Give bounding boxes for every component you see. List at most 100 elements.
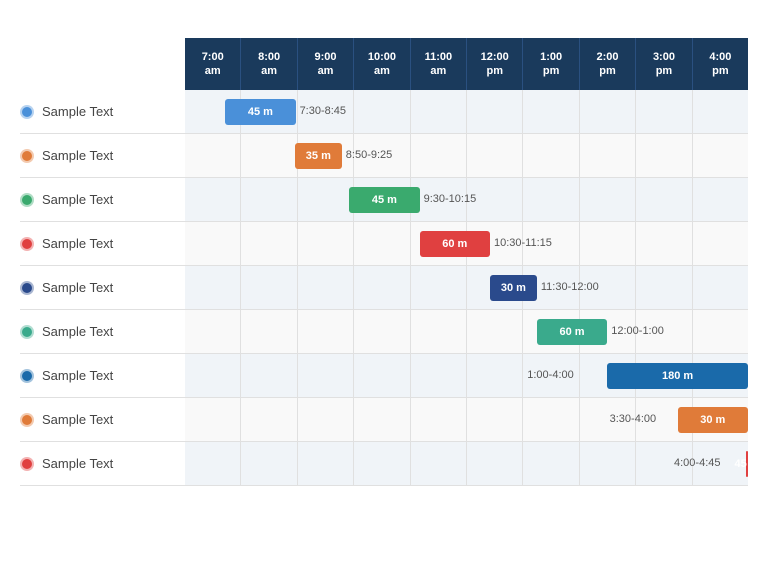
chart-rows-container: 45 m7:30-8:4535 m8:50-9:2545 m9:30-10:15… [185,90,748,486]
time-col [580,90,636,133]
dot [20,105,34,119]
time-col [467,310,523,353]
time-col [354,354,410,397]
time-cell: 10:00am [354,38,410,90]
bar-time-label: 10:30-11:15 [494,237,552,249]
sidebar-row: Sample Text [20,90,185,134]
time-col [185,178,241,221]
gantt-bar: 45 m [746,451,748,477]
time-col [523,442,579,485]
chart-row [185,134,748,178]
sidebar-header [20,38,185,90]
gantt-bar: 45 m [225,99,295,125]
sidebar-row: Sample Text [20,442,185,486]
time-col [185,266,241,309]
gantt-wrapper: Sample Text Sample Text Sample Text Samp… [20,38,748,486]
time-col [411,442,467,485]
time-col [185,354,241,397]
time-col [693,310,748,353]
time-col [411,398,467,441]
time-col [241,134,297,177]
time-header: 7:00am8:00am9:00am10:00am11:00am12:00pm1… [185,38,748,90]
time-cell: 12:00pm [467,38,523,90]
time-col [185,310,241,353]
time-col [580,178,636,221]
time-col [354,310,410,353]
row-label: Sample Text [42,192,113,207]
time-col [693,222,748,265]
time-col [241,266,297,309]
time-col [580,442,636,485]
row-label: Sample Text [42,412,113,427]
sidebar-row: Sample Text [20,354,185,398]
dot [20,193,34,207]
time-col [693,266,748,309]
time-col [636,222,692,265]
time-col [298,398,354,441]
gantt-bar: 60 m [537,319,607,345]
time-col [523,178,579,221]
time-col [636,266,692,309]
gantt-bar: 30 m [678,407,748,433]
page: Sample Text Sample Text Sample Text Samp… [0,0,768,496]
time-col [467,354,523,397]
row-label: Sample Text [42,456,113,471]
time-col [411,90,467,133]
time-cell: 11:00am [411,38,467,90]
sidebar-row: Sample Text [20,222,185,266]
time-col [298,178,354,221]
time-col [241,398,297,441]
sidebar-row: Sample Text [20,398,185,442]
time-col [241,442,297,485]
time-col [354,398,410,441]
sidebar-row: Sample Text [20,310,185,354]
time-cell: 4:00pm [693,38,748,90]
time-col [411,134,467,177]
time-col [185,398,241,441]
time-col [411,266,467,309]
time-col [467,442,523,485]
time-col [354,222,410,265]
time-col [354,442,410,485]
chart-row [185,398,748,442]
time-col [693,178,748,221]
bar-time-label: 3:30-4:00 [610,413,656,425]
gantt-bar: 60 m [420,231,490,257]
dot [20,149,34,163]
row-label: Sample Text [42,324,113,339]
dot [20,457,34,471]
row-label: Sample Text [42,236,113,251]
sidebar-rows: Sample Text Sample Text Sample Text Samp… [20,90,185,486]
bar-time-label: 8:50-9:25 [346,149,392,161]
gantt-bar: 30 m [490,275,537,301]
row-label: Sample Text [42,368,113,383]
time-col [298,310,354,353]
time-col [298,354,354,397]
sidebar-row: Sample Text [20,134,185,178]
gantt-bar: 180 m [607,363,748,389]
bar-time-label: 1:00-4:00 [527,369,573,381]
dot [20,413,34,427]
dot [20,325,34,339]
time-col [411,310,467,353]
time-col [693,90,748,133]
time-col [354,90,410,133]
time-col [241,310,297,353]
bar-time-label: 7:30-8:45 [300,105,346,117]
time-col [241,222,297,265]
time-cell: 2:00pm [580,38,636,90]
time-col [636,178,692,221]
time-col [467,90,523,133]
time-col [185,134,241,177]
time-cell: 3:00pm [636,38,692,90]
time-col [298,266,354,309]
time-col [411,354,467,397]
sidebar-row: Sample Text [20,178,185,222]
dot [20,281,34,295]
time-col [467,398,523,441]
chart-row [185,442,748,486]
time-col [298,222,354,265]
time-col [523,90,579,133]
bar-time-label: 9:30-10:15 [424,193,477,205]
time-cell: 7:00am [185,38,241,90]
